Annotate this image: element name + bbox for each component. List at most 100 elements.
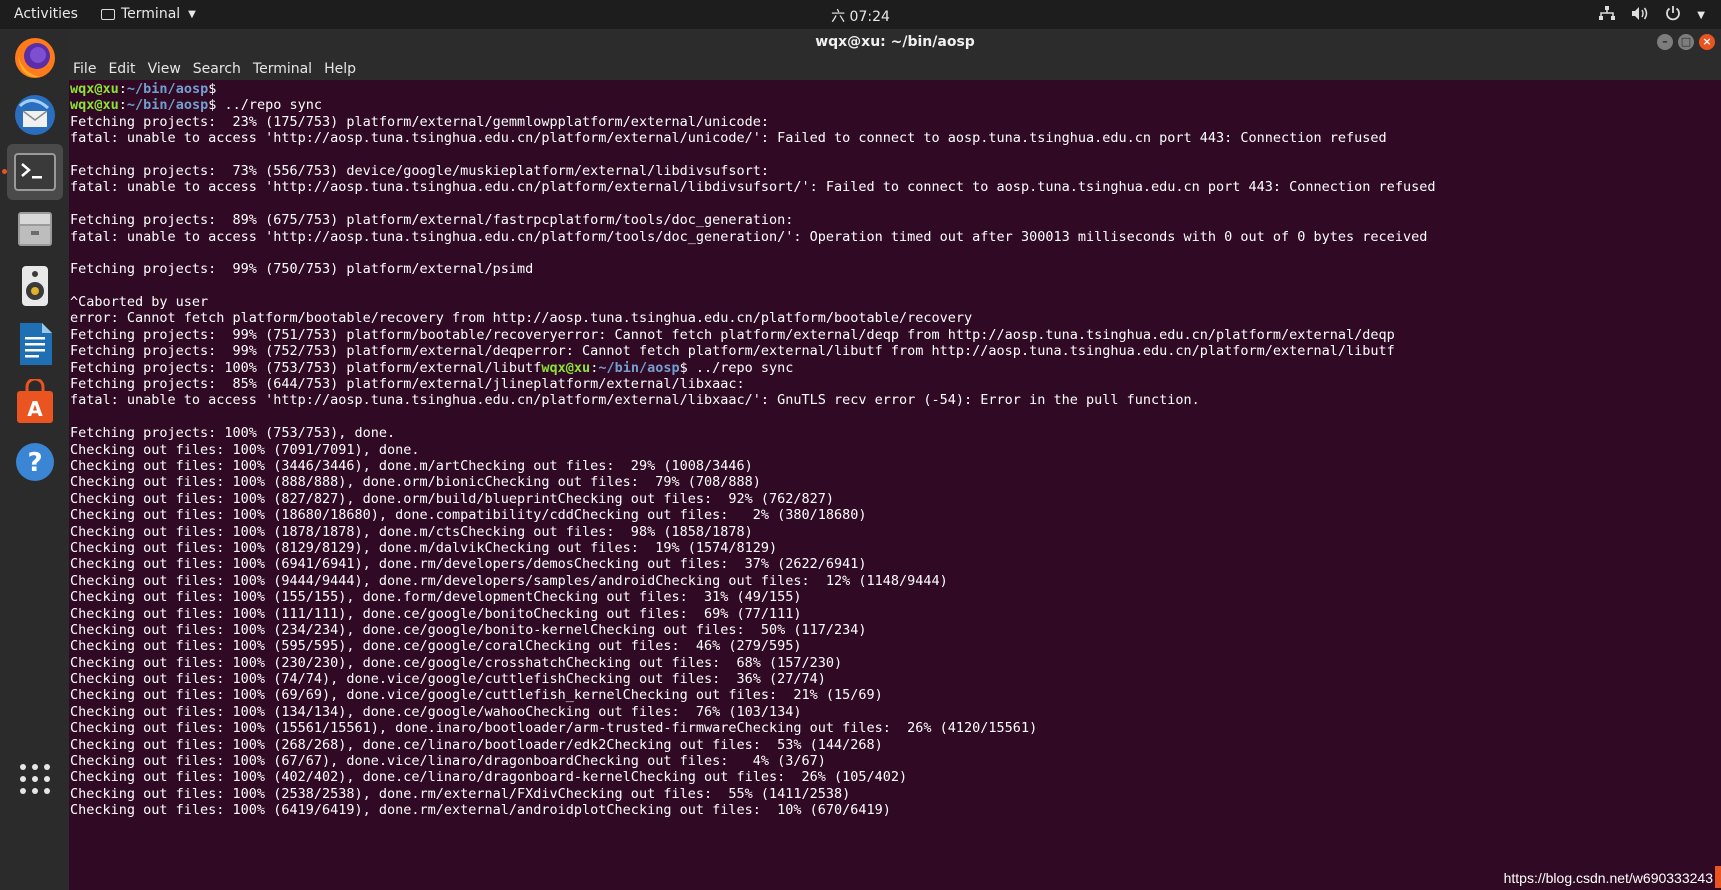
output-text: fatal: unable to access 'http://aosp.tun… bbox=[70, 179, 1436, 196]
output-text: fatal: unable to access 'http://aosp.tun… bbox=[70, 392, 1200, 409]
output-text: Checking out files: 100% (69/69), done.v… bbox=[70, 687, 883, 704]
output-text: Checking out files: 100% (595/595), done… bbox=[70, 638, 802, 655]
output-text: Checking out files: 100% (8129/8129), do… bbox=[70, 539, 778, 556]
top-bar: Activities Terminal ▼ 六 07:24 ▼ bbox=[0, 0, 1721, 29]
terminal-line: Checking out files: 100% (111/111), done… bbox=[70, 606, 1435, 622]
output-text: Checking out files: 100% (6419/6419), do… bbox=[70, 802, 891, 819]
prompt-user: wqx@xu bbox=[70, 81, 119, 97]
prompt-user: wqx@xu bbox=[70, 97, 119, 114]
output-text: Fetching projects: 89% (675/753) platfor… bbox=[70, 212, 794, 229]
output-text: Checking out files: 100% (9444/9444), do… bbox=[70, 572, 948, 589]
terminal-line: Fetching projects: 89% (675/753) platfor… bbox=[70, 212, 1435, 228]
menu-file[interactable]: File bbox=[69, 56, 102, 80]
output-text: Checking out files: 100% (888/888), done… bbox=[70, 474, 761, 491]
speaker-icon bbox=[22, 266, 48, 306]
output-text: Checking out files: 100% (18680/18680), … bbox=[70, 507, 867, 524]
terminal-line: Checking out files: 100% (15561/15561), … bbox=[70, 720, 1435, 736]
terminal-line: Fetching projects: 99% (751/753) platfor… bbox=[70, 327, 1435, 343]
accent-strip bbox=[1715, 866, 1721, 888]
app-grid-icon bbox=[20, 764, 50, 794]
output-text: Checking out files: 100% (1878/1878), do… bbox=[70, 523, 753, 540]
prompt-path: ~/bin/aosp bbox=[126, 81, 209, 97]
menu-terminal[interactable]: Terminal bbox=[247, 56, 318, 80]
clock[interactable]: 六 07:24 bbox=[0, 6, 1721, 26]
prompt-path: ~/bin/aosp bbox=[598, 359, 680, 376]
terminal-line: Checking out files: 100% (69/69), done.v… bbox=[70, 687, 1435, 703]
close-button[interactable]: × bbox=[1699, 34, 1715, 50]
prompt-user: wqx@xu bbox=[541, 359, 591, 376]
power-icon[interactable] bbox=[1665, 5, 1681, 25]
output-text: ^Caborted by user bbox=[70, 294, 209, 311]
files-launcher[interactable] bbox=[7, 201, 63, 257]
terminal-line: Checking out files: 100% (1878/1878), do… bbox=[70, 524, 1435, 540]
firefox-launcher[interactable] bbox=[7, 30, 63, 86]
thunderbird-launcher[interactable] bbox=[7, 87, 63, 143]
menu-help[interactable]: Help bbox=[318, 56, 362, 80]
terminal-line: Checking out files: 100% (595/595), done… bbox=[70, 638, 1435, 654]
output-text: Checking out files: 100% (67/67), done.v… bbox=[70, 753, 826, 770]
terminal-line: wqx@xu:~/bin/aosp$ ../repo sync bbox=[70, 97, 1435, 113]
document-icon bbox=[20, 323, 52, 365]
terminal-line: fatal: unable to access 'http://aosp.tun… bbox=[70, 130, 1435, 146]
writer-launcher[interactable] bbox=[7, 316, 63, 372]
terminal-line: Checking out files: 100% (9444/9444), do… bbox=[70, 573, 1435, 589]
terminal-line: Checking out files: 100% (2538/2538), do… bbox=[70, 786, 1435, 802]
output-text: Checking out files: 100% (155/155), done… bbox=[70, 589, 802, 606]
prompt-path: ~/bin/aosp bbox=[126, 97, 209, 114]
volume-icon[interactable] bbox=[1631, 6, 1649, 25]
terminal-line: Checking out files: 100% (8129/8129), do… bbox=[70, 540, 1435, 556]
running-indicator bbox=[2, 169, 7, 174]
output-text: fatal: unable to access 'http://aosp.tun… bbox=[70, 130, 1387, 147]
terminal-line: Fetching projects: 100% (753/753) platfo… bbox=[70, 360, 1435, 376]
watermark: https://blog.csdn.net/w690333243 bbox=[1503, 870, 1713, 886]
menu-view[interactable]: View bbox=[142, 56, 187, 80]
show-applications-button[interactable] bbox=[7, 751, 63, 807]
terminal-output[interactable]: wqx@xu:~/bin/aosp$ wqx@xu:~/bin/aosp$ ../… bbox=[69, 80, 1721, 890]
output-text: Fetching projects: 23% (175/753) platfor… bbox=[70, 113, 769, 130]
terminal-line: fatal: unable to access 'http://aosp.tun… bbox=[70, 179, 1435, 195]
output-text: Checking out files: 100% (7091/7091), do… bbox=[70, 441, 420, 458]
title-bar[interactable]: wqx@xu: ~/bin/aosp – □ × bbox=[69, 29, 1721, 56]
shopping-bag-icon: A bbox=[17, 379, 53, 423]
terminal-line: fatal: unable to access 'http://aosp.tun… bbox=[70, 229, 1435, 245]
menu-search[interactable]: Search bbox=[187, 56, 247, 80]
terminal-launcher[interactable] bbox=[7, 144, 63, 200]
output-text: Fetching projects: 85% (644/753) platfor… bbox=[70, 376, 745, 393]
terminal-line: Checking out files: 100% (74/74), done.v… bbox=[70, 671, 1435, 687]
terminal-window: wqx@xu: ~/bin/aosp – □ × File Edit View … bbox=[69, 29, 1721, 890]
output-text: Checking out files: 100% (134/134), done… bbox=[70, 703, 802, 720]
terminal-line: Fetching projects: 73% (556/753) device/… bbox=[70, 163, 1435, 179]
menu-edit[interactable]: Edit bbox=[102, 56, 141, 80]
minimize-button[interactable]: – bbox=[1657, 34, 1673, 50]
terminal-line: Checking out files: 100% (268/268), done… bbox=[70, 737, 1435, 753]
terminal-line: Fetching projects: 99% (750/753) platfor… bbox=[70, 261, 1435, 277]
software-launcher[interactable]: A bbox=[7, 374, 63, 430]
output-text: Fetching projects: 99% (751/753) platfor… bbox=[70, 326, 1395, 343]
terminal-line: error: Cannot fetch platform/bootable/re… bbox=[70, 310, 1435, 326]
prompt-colon: : bbox=[118, 81, 127, 97]
help-launcher[interactable]: ? bbox=[7, 434, 63, 490]
help-icon: ? bbox=[16, 443, 54, 481]
window-title: wqx@xu: ~/bin/aosp bbox=[815, 34, 975, 50]
chevron-down-icon[interactable]: ▼ bbox=[1697, 10, 1705, 21]
output-text: Checking out files: 100% (6941/6941), do… bbox=[70, 556, 867, 573]
terminal-line: Checking out files: 100% (6941/6941), do… bbox=[70, 556, 1435, 572]
network-icon[interactable] bbox=[1599, 5, 1616, 25]
rhythmbox-launcher[interactable] bbox=[7, 258, 63, 314]
output-text: Checking out files: 100% (111/111), done… bbox=[70, 605, 802, 622]
terminal-lines: wqx@xu:~/bin/aosp$ wqx@xu:~/bin/aosp$ ../… bbox=[70, 81, 1435, 819]
svg-text:?: ? bbox=[27, 448, 42, 478]
menu-bar: File Edit View Search Terminal Help bbox=[69, 56, 1721, 80]
firefox-icon bbox=[15, 38, 55, 78]
maximize-button[interactable]: □ bbox=[1678, 34, 1694, 50]
terminal-line: Fetching projects: 85% (644/753) platfor… bbox=[70, 376, 1435, 392]
terminal-line: Checking out files: 100% (402/402), done… bbox=[70, 769, 1435, 785]
terminal-line: Checking out files: 100% (888/888), done… bbox=[70, 474, 1435, 490]
output-text: Fetching projects: 100% (753/753) platfo… bbox=[70, 359, 542, 376]
files-icon bbox=[18, 212, 52, 246]
terminal-line: Checking out files: 100% (18680/18680), … bbox=[70, 507, 1435, 523]
terminal-line: Fetching projects: 23% (175/753) platfor… bbox=[70, 114, 1435, 130]
system-tray[interactable]: ▼ bbox=[1599, 5, 1705, 25]
prompt-dollar: $ bbox=[679, 359, 688, 376]
terminal-line: fatal: unable to access 'http://aosp.tun… bbox=[70, 392, 1435, 408]
